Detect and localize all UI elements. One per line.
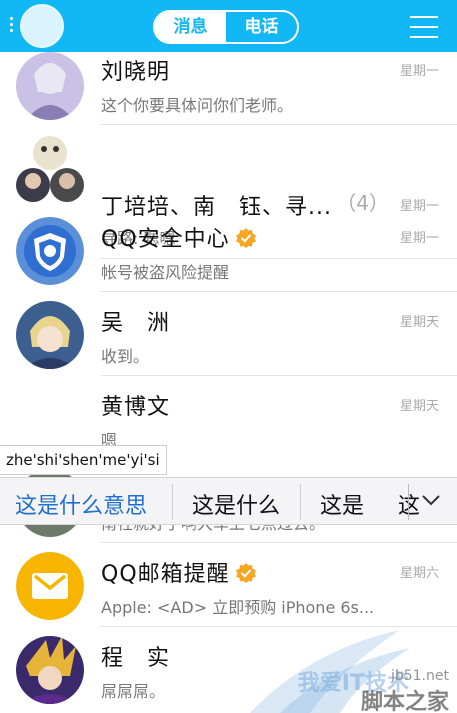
group-avatar — [16, 133, 84, 202]
avatar — [16, 301, 84, 369]
menu-icon[interactable] — [410, 16, 438, 38]
timestamp: 星期一 — [399, 64, 439, 79]
ime-candidate-bar: 这是什么意思 这是什么 这是 这 — [0, 477, 457, 525]
contact-name: QQ邮箱提醒 — [101, 556, 256, 588]
watermark-text: 脚本之家 — [360, 690, 449, 713]
timestamp: 星期天 — [399, 315, 439, 330]
contact-name: 刘晓明 — [101, 60, 171, 85]
divider — [300, 484, 301, 520]
tab-segment: 消息 电话 — [153, 10, 299, 44]
message-preview: 收到。 — [101, 347, 150, 366]
ime-candidate[interactable]: 这是 — [320, 488, 364, 520]
contact-name: 程 实 — [101, 646, 171, 671]
ime-candidate[interactable]: 这是什么 — [192, 488, 280, 520]
timestamp: 星期天 — [399, 399, 439, 414]
message-preview: 这个你要具体问你们老师。 — [101, 96, 294, 115]
message-preview: 帐号被盗风险提醒 — [101, 263, 230, 282]
verified-badge-icon — [235, 563, 256, 583]
timestamp: 星期六 — [399, 566, 439, 581]
contact-name: 吴 洲 — [101, 311, 171, 336]
my-avatar[interactable] — [20, 4, 64, 48]
verified-badge-icon — [235, 228, 256, 248]
timestamp: 星期一 — [399, 199, 439, 214]
avatar — [16, 636, 84, 704]
conversation-row[interactable]: QQ邮箱提醒 Apple: <AD> 立即预购 iPhone 6s... 星期六 — [0, 552, 457, 636]
conversation-row[interactable]: 刘晓明 这个你要具体问你们老师。 星期一 — [0, 52, 457, 136]
top-nav-bar: 消息 电话 — [0, 0, 457, 52]
divider — [101, 626, 457, 627]
tab-calls[interactable]: 电话 — [226, 12, 297, 42]
message-preview: 屌屌屌。 — [101, 682, 166, 701]
divider — [408, 484, 409, 520]
divider — [101, 542, 457, 543]
qq-security-avatar — [16, 217, 84, 285]
ime-candidate[interactable]: 这是什么意思 — [15, 488, 147, 520]
contact-name: QQ安全中心 — [101, 221, 256, 253]
conversation-row[interactable]: 吴 洲 收到。 星期天 — [0, 301, 457, 385]
ime-candidate[interactable]: 这 — [398, 488, 420, 520]
divider — [172, 484, 173, 520]
conversation-row[interactable]: 丁培培、南 钰、寻... （4） 寻路: 嗯嗯 星期一 — [0, 125, 457, 259]
chevron-down-icon[interactable] — [419, 488, 443, 512]
drawer-handle-icon[interactable] — [10, 14, 14, 36]
contact-name: 黄博文 — [101, 395, 171, 420]
timestamp: 星期一 — [399, 231, 439, 246]
member-count: （4） — [336, 191, 389, 215]
divider — [101, 291, 457, 292]
watermark-url: jb51.net — [390, 668, 449, 684]
conversation-row[interactable]: QQ安全中心 帐号被盗风险提醒 星期一 — [0, 217, 457, 301]
divider — [101, 375, 457, 376]
message-preview: Apple: <AD> 立即预购 iPhone 6s... — [101, 598, 375, 617]
avatar — [16, 52, 84, 120]
ime-composition-text: zhe'shi'shen'me'yi'si — [0, 445, 167, 475]
qq-mail-avatar — [16, 552, 84, 620]
tab-messages[interactable]: 消息 — [155, 12, 226, 42]
